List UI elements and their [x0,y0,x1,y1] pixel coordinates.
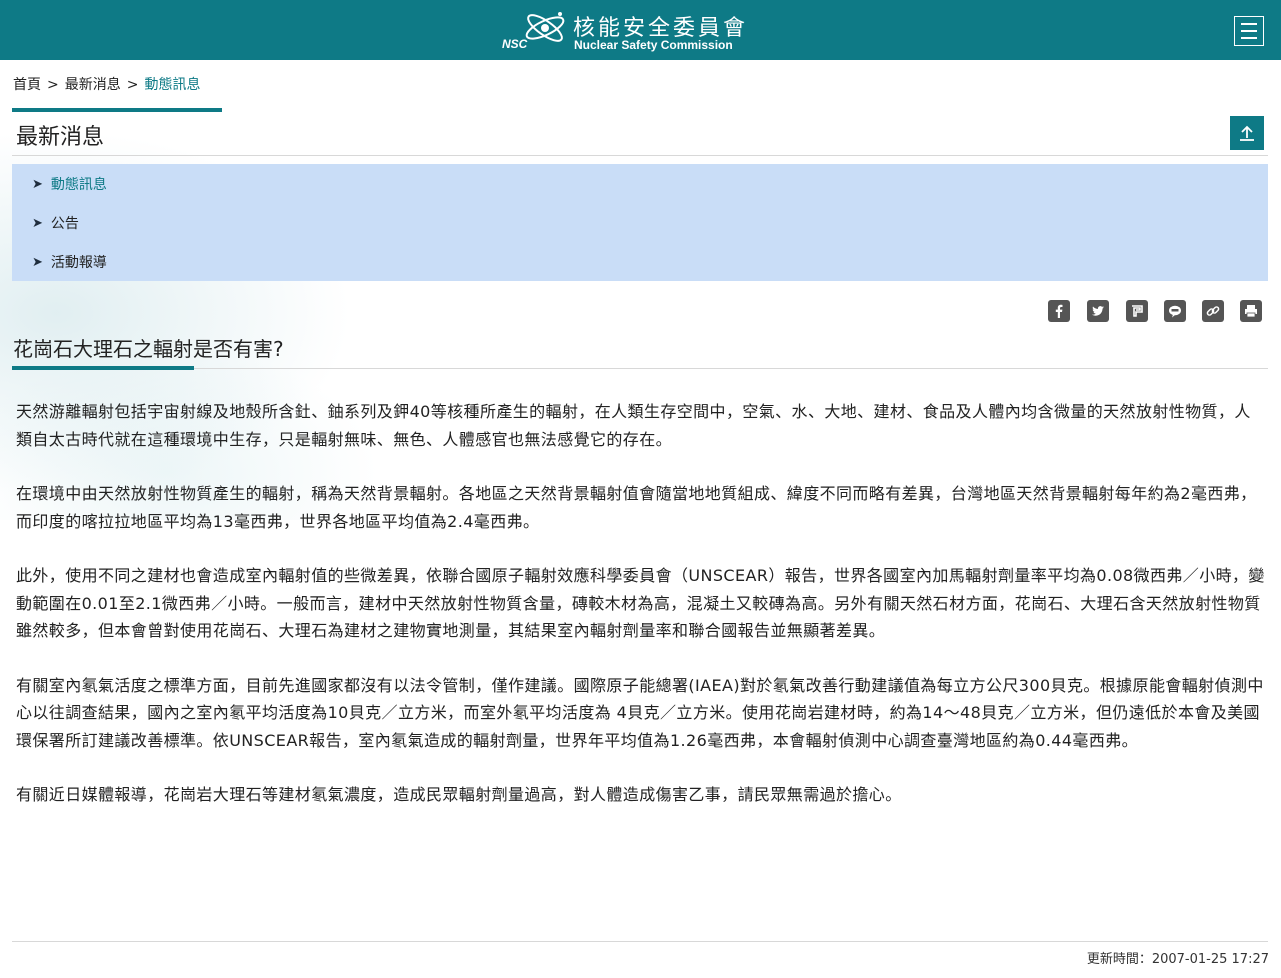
article-title: 花崗石大理石之輻射是否有害? [13,337,284,361]
breadcrumb-underline [12,108,222,112]
site-header: NSC 核能安全委員會 Nuclear Safety Commission [0,0,1281,60]
submenu-item-label: 活動報導 [50,255,107,271]
logo-english-name: Nuclear Safety Commission [574,38,733,52]
share-link-button[interactable] [1202,300,1224,322]
article-paragraph: 有關近日媒體報導，花崗岩大理石等建材氡氣濃度，造成民眾輻射劑量過高，對人體造成傷… [16,785,902,804]
arrow-right-icon: ➤ [32,254,43,270]
breadcrumb-separator: > [47,77,59,93]
share-line-button[interactable] [1164,300,1186,322]
hamburger-menu-icon [1241,23,1257,25]
article-title-divider [12,368,1268,369]
collapse-submenu-button[interactable] [1230,116,1264,150]
breadcrumb-current: 動態訊息 [144,77,201,93]
submenu-item-events[interactable]: ➤ 活動報導 [32,252,107,272]
breadcrumb-separator: > [126,77,139,93]
share-facebook-button[interactable] [1048,300,1070,322]
section-title: 最新消息 [16,125,105,150]
breadcrumb-home[interactable]: 首頁 [13,77,41,93]
share-twitter-button[interactable] [1087,300,1109,322]
section-divider [12,155,1268,156]
arrow-right-icon: ➤ [32,176,43,192]
footer-divider [12,941,1268,942]
article-paragraph: 有關室內氡氣活度之標準方面，目前先進國家都沒有以法令管制，僅作建議。國際原子能總… [16,675,1264,750]
breadcrumb: 首頁 > 最新消息 > 動態訊息 [13,74,200,94]
article-paragraph: 在環境中由天然放射性物質產生的輻射，稱為天然背景輻射。各地區之天然背景輻射值會隨… [16,484,1257,531]
collapse-up-icon [1240,125,1254,141]
facebook-icon [1055,304,1063,318]
article-title-underline [12,366,194,370]
print-button[interactable] [1240,300,1262,322]
article-paragraph: 天然游離輻射包括宇宙射線及地殼所含釷、鈾系列及鉀40等核種所產生的輻射，在人類生… [16,402,1251,449]
site-logo[interactable]: NSC 核能安全委員會 Nuclear Safety Commission [500,6,760,54]
link-icon [1206,306,1220,316]
arrow-right-icon: ➤ [32,215,43,231]
submenu: ➤ 動態訊息 ➤ 公告 ➤ 活動報導 [12,164,1268,281]
plurk-icon [1132,305,1143,317]
article-paragraph: 此外，使用不同之建材也會造成室內輻射值的些微差異，依聯合國原子輻射效應科學委員會… [16,566,1265,640]
line-icon [1169,305,1181,318]
update-time: 更新時間：2007-01-25 17:27 [1086,952,1269,967]
article-content: 天然游離輻射包括宇宙射線及地殼所含釷、鈾系列及鉀40等核種所產生的輻射，在人類生… [16,398,1266,836]
submenu-item-news[interactable]: ➤ 動態訊息 [32,174,107,194]
twitter-icon [1092,306,1104,316]
submenu-item-label: 公告 [50,216,79,232]
hamburger-menu-button[interactable] [1234,16,1264,46]
logo-abbr: NSC [502,37,528,51]
submenu-item-announcement[interactable]: ➤ 公告 [32,213,79,233]
share-plurk-button[interactable] [1126,300,1148,322]
breadcrumb-news[interactable]: 最新消息 [65,77,121,93]
print-icon [1245,305,1257,318]
submenu-item-label: 動態訊息 [50,177,107,193]
